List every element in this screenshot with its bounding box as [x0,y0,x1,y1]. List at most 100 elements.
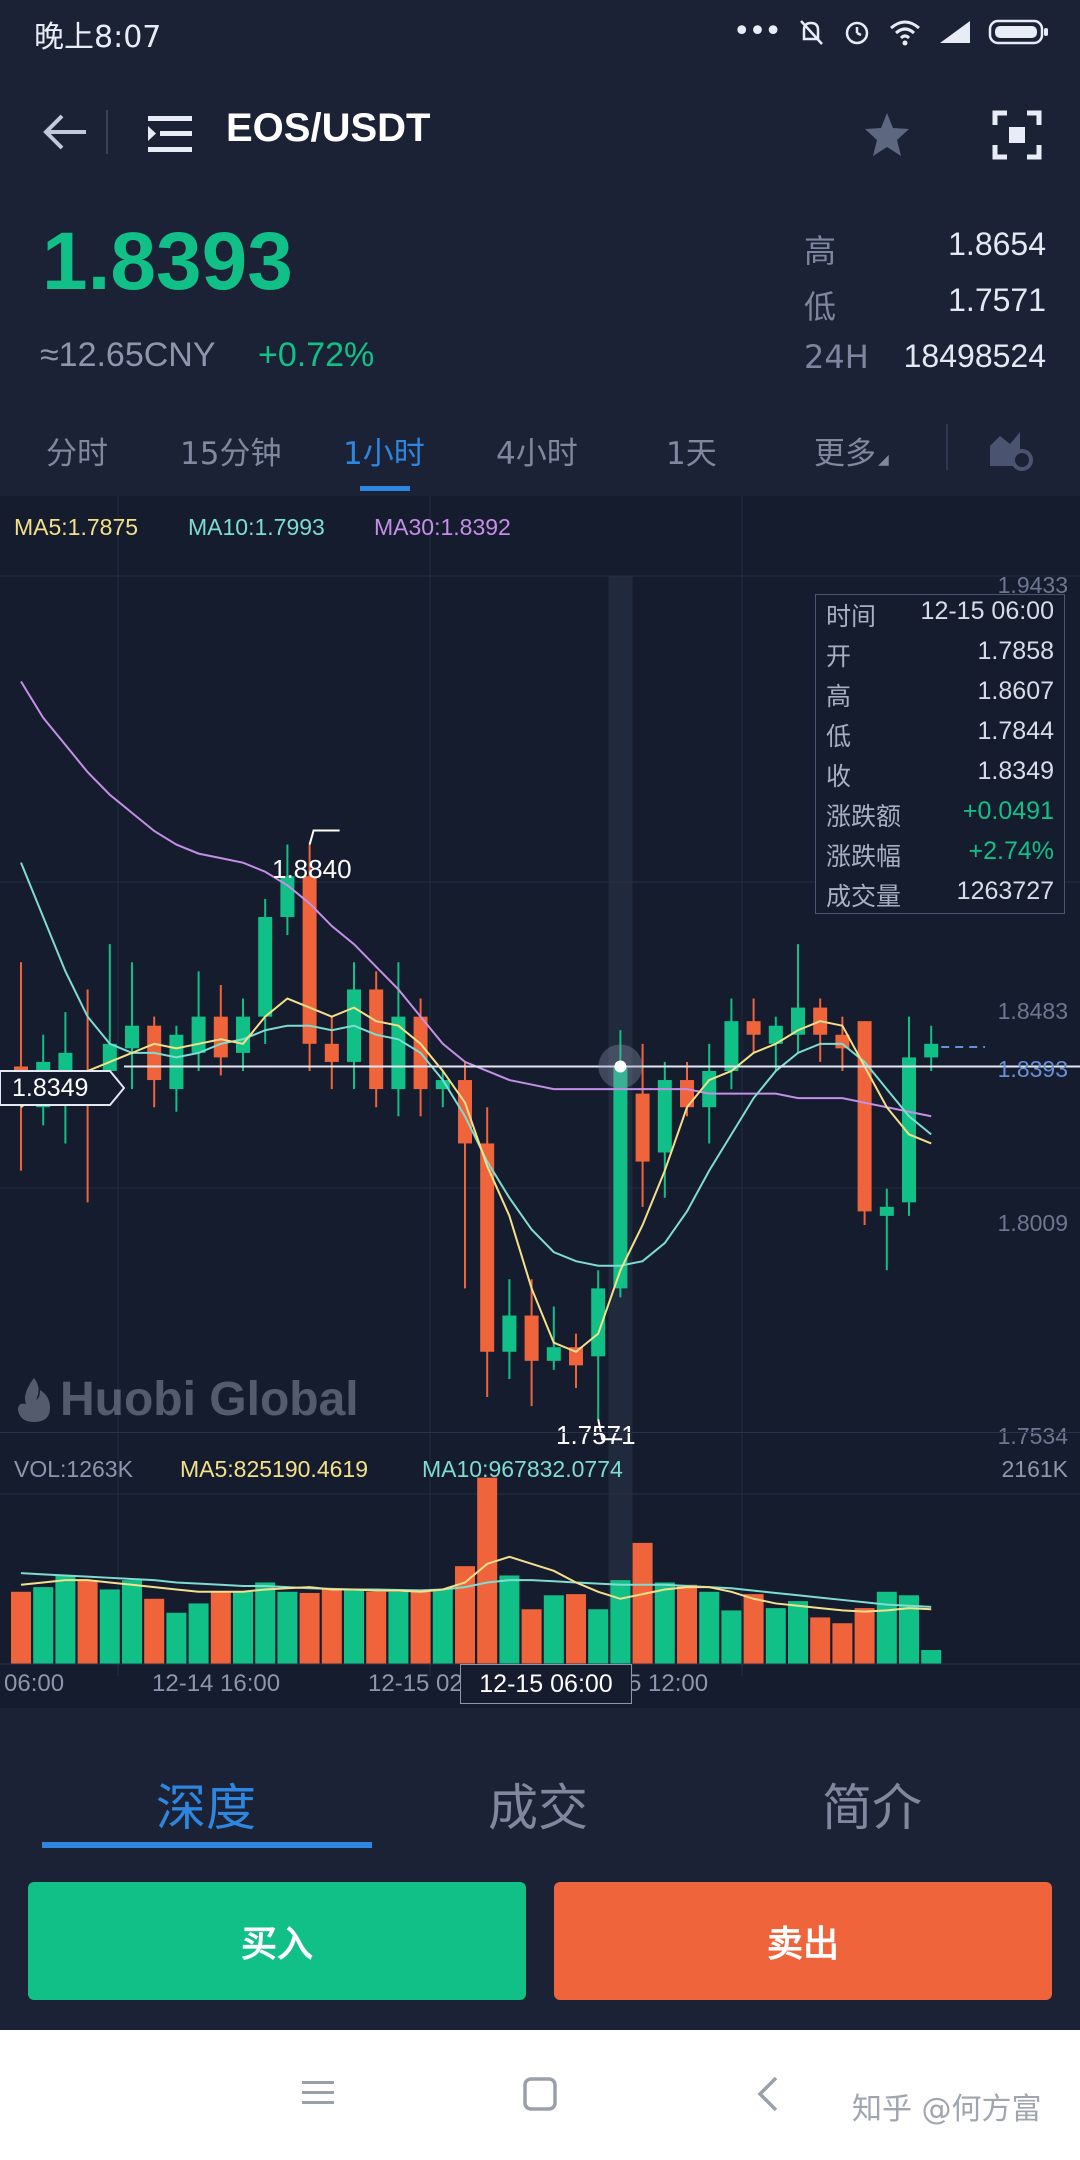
status-bar: 晚上8:07 ••• [0,0,1080,64]
time-axis-1: 12-14 16:00 [152,1670,281,1697]
fullscreen-icon[interactable] [992,110,1042,160]
volume-bar [99,1589,120,1664]
volume-bar [410,1591,431,1664]
system-nav-bar: 知乎 @何方富 [0,2030,1080,2160]
volume-bar [810,1617,831,1664]
candle-body [546,1347,561,1361]
crosshair-time-tag: 12-15 06:00 [460,1664,632,1704]
tab-more-label: 更多 [814,436,876,472]
vol-ma10-legend: MA10:967832.0774 [422,1456,623,1482]
low-marker-label: 1.7571 [556,1420,636,1450]
volume-bar [543,1595,564,1664]
tab-15min[interactable]: 15分钟 [180,428,281,473]
info-row-open: 开 1.7858 [826,637,1054,677]
tab-intro[interactable]: 简介 [822,1768,922,1840]
volume-bar [876,1591,897,1664]
volume-bar [455,1566,475,1664]
pair-title[interactable]: EOS/USDT [226,106,430,151]
candle-body [635,1093,650,1162]
candle-body [746,1021,761,1035]
menu-list-icon[interactable] [146,114,194,154]
volume-bar [210,1591,231,1664]
header: EOS/USDT [0,64,1080,204]
candle-body [724,1021,739,1071]
volume-bar [122,1580,142,1664]
favorite-star-icon[interactable] [862,110,912,160]
price-axis-bottom: 1.7534 [997,1423,1068,1449]
tab-timeline[interactable]: 分时 [46,428,108,473]
price-axis-mid: 1.8483 [997,998,1068,1024]
last-price: 1.8393 [42,216,293,307]
tab-4hour[interactable]: 4小时 [496,428,578,473]
candle-body [502,1315,517,1352]
huobi-flame-icon [18,1377,50,1422]
price-axis-current: 1.8393 [997,1056,1068,1082]
zhihu-watermark: 知乎 @何方富 [852,2092,1042,2127]
sell-button[interactable]: 卖出 [554,1882,1052,2000]
tab-trades[interactable]: 成交 [488,1768,588,1840]
time-axis-0: 06:00 [4,1670,65,1697]
tab-1day[interactable]: 1天 [666,428,717,473]
tab-1hour[interactable]: 1小时 [343,428,425,473]
nav-menu-icon[interactable] [300,2078,336,2108]
vol-max-label: 2161K [1001,1456,1068,1482]
status-icons: ••• [733,14,1050,49]
info-value: 1.8607 [977,677,1054,705]
nav-back-icon[interactable] [752,2074,782,2114]
info-row-volume: 成交量 1263727 [826,877,1054,917]
high-marker-label: 1.8840 [272,854,352,884]
candle-body [524,1315,539,1361]
candle-info-box: 时间 12-15 06:00 开 1.7858 高 1.8607 低 1.7844 收 1… [815,594,1065,914]
dropdown-triangle-icon: ◢ [878,452,889,468]
signal-icon [940,20,970,43]
crosshair-price-tag: 1.8349 [0,1070,126,1106]
tab-divider [946,424,948,470]
volume-bar [832,1623,853,1664]
back-arrow-icon[interactable] [40,112,90,152]
candle-body [879,1206,894,1216]
volume-bar [432,1589,453,1664]
tab-depth[interactable]: 深度 [156,1768,256,1840]
candle-body [191,1016,206,1053]
buy-button[interactable]: 买入 [28,1882,526,2000]
volume-bar [521,1609,542,1664]
candle-body [125,1025,139,1049]
info-label: 收 [826,762,852,791]
high-marker-line [308,829,340,845]
chart-settings-icon[interactable] [986,426,1034,472]
stat-24h-value: 18498524 [903,338,1046,374]
vol-ma5-legend: MA5:825190.4619 [180,1456,368,1482]
volume-bar [566,1594,586,1664]
watermark: Huobi Global [14,1372,359,1427]
info-row-low: 低 1.7844 [826,717,1054,757]
stat-low-value: 1.7571 [948,282,1046,318]
legend-ma5: MA5:1.7875 [14,514,139,540]
volume-bar [55,1575,76,1664]
info-label: 时间 [826,602,877,631]
crosshair-price-value: 1.8349 [12,1074,89,1102]
info-row-time: 时间 12-15 06:00 [826,597,1054,637]
volume-bar [788,1601,808,1664]
nav-home-icon[interactable] [522,2076,558,2112]
candle-body [302,876,317,1044]
legend-ma10: MA10:1.7993 [188,514,325,540]
info-label: 高 [826,682,852,711]
candle-body [324,1043,339,1062]
candle-body [924,1043,939,1058]
candle-body [702,1070,717,1108]
legend-ma30: MA30:1.8392 [374,514,511,540]
time-axis-2: 12-15 02 [368,1670,463,1697]
volume-bar [77,1580,98,1664]
tab-more[interactable]: 更多 ◢ [814,428,889,473]
bottom-tab-bar: 深度 成交 简介 [0,1720,1080,1850]
volume-bar [854,1608,875,1664]
status-time: 晚上8:07 [34,20,162,55]
candle-body [102,1043,117,1071]
mute-bell-icon [800,19,823,45]
info-label: 涨跌额 [826,802,902,831]
header-divider [106,110,108,154]
info-row-close: 收 1.8349 [826,757,1054,797]
info-row-high: 高 1.8607 [826,677,1054,717]
info-row-change-pct: 涨跌幅 +2.74% [826,837,1054,877]
info-value: 12-15 06:00 [920,597,1054,625]
